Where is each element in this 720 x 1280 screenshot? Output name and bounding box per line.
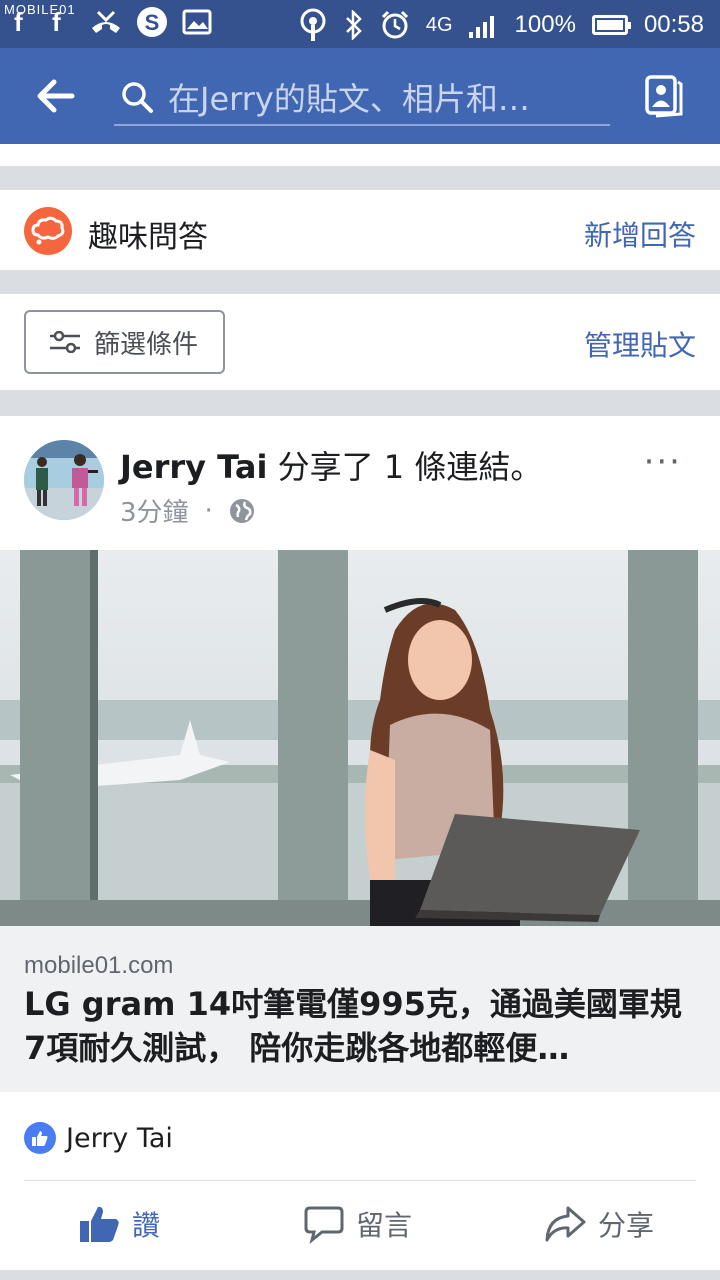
- add-answer-link[interactable]: 新增回答: [584, 214, 696, 254]
- like-label: 讚: [132, 1209, 161, 1242]
- filter-label: 篩選條件: [94, 329, 199, 360]
- system-icons: 4G 100% 00:58: [298, 8, 704, 42]
- thumbs-up-icon: [80, 1206, 119, 1242]
- missed-call-icon: [92, 10, 120, 33]
- like-badge-icon: [24, 1122, 56, 1154]
- filter-card: 篩選條件 管理貼文: [0, 294, 720, 390]
- clock: 00:58: [643, 11, 704, 38]
- like-button[interactable]: 讚: [78, 1204, 160, 1244]
- composer-strip: [0, 144, 720, 166]
- avatar[interactable]: [24, 440, 104, 520]
- svg-text:S: S: [145, 10, 160, 35]
- bluetooth-icon: [345, 10, 362, 40]
- post-time[interactable]: 3分鐘: [120, 492, 189, 529]
- nfc-icon: [300, 8, 326, 41]
- watermark: MOBILE01: [4, 2, 76, 17]
- profile-switch-icon[interactable]: [644, 74, 684, 118]
- liked-by-name: Jerry Tai: [66, 1122, 173, 1154]
- skype-icon: S: [137, 7, 167, 37]
- avatar-photo: [24, 440, 104, 520]
- qa-card: 趣味問答 新增回答: [0, 190, 720, 270]
- battery-icon: [591, 15, 631, 35]
- search-toolbar: 在Jerry的貼文、相片和…: [0, 48, 720, 144]
- actions-divider: [24, 1180, 696, 1181]
- post-action-text: 分享了 1 條連結。: [267, 448, 543, 486]
- link-title: LG gram 14吋筆電僅995克，通過美國軍規7項耐久測試， 陪你走跳各地都…: [24, 985, 682, 1067]
- qa-icon: [24, 207, 72, 255]
- comment-label: 留言: [356, 1209, 413, 1242]
- status-bar: f f S MOBILE01 4G 100% 00:58: [0, 0, 720, 48]
- search-placeholder: 在Jerry的貼文、相片和…: [168, 80, 530, 118]
- search-icon: [122, 82, 153, 113]
- search-input[interactable]: 在Jerry的貼文、相片和…: [114, 70, 610, 126]
- thumbs-up-icon: [32, 1131, 48, 1146]
- comment-bubble-icon: [304, 1206, 344, 1244]
- post-author[interactable]: Jerry Tai: [120, 448, 267, 486]
- meta-separator: ·: [204, 495, 213, 526]
- more-options-button[interactable]: ···: [644, 442, 682, 482]
- post-card: Jerry Tai 分享了 1 條連結。 3分鐘 · ··· mobile01.…: [0, 416, 720, 1270]
- alarm-icon: [381, 10, 408, 39]
- reactions-summary[interactable]: Jerry Tai: [24, 1122, 173, 1154]
- battery-percent: 100%: [514, 11, 576, 38]
- filter-button[interactable]: 篩選條件: [24, 310, 225, 374]
- link-preview-info[interactable]: mobile01.com LG gram 14吋筆電僅995克，通過美國軍規7項…: [0, 926, 720, 1092]
- signal-icon: [468, 16, 494, 38]
- network-type: 4G: [425, 13, 453, 36]
- link-photo: [0, 550, 720, 926]
- share-label: 分享: [598, 1209, 655, 1242]
- link-preview-image[interactable]: [0, 550, 720, 926]
- back-arrow-icon[interactable]: [36, 76, 76, 116]
- filter-sliders-icon: [50, 331, 80, 353]
- thought-bubble-icon: [31, 216, 65, 245]
- globe-icon: [229, 498, 254, 523]
- share-arrow-icon: [545, 1206, 586, 1242]
- share-button[interactable]: 分享: [544, 1204, 654, 1244]
- link-domain: mobile01.com: [24, 952, 174, 979]
- manage-posts-link[interactable]: 管理貼文: [584, 324, 696, 364]
- qa-label: 趣味問答: [88, 220, 208, 255]
- gallery-icon: [182, 9, 212, 35]
- comment-button[interactable]: 留言: [304, 1204, 412, 1244]
- post-meta: 3分鐘 ·: [120, 492, 255, 529]
- post-header: Jerry Tai 分享了 1 條連結。: [120, 442, 542, 488]
